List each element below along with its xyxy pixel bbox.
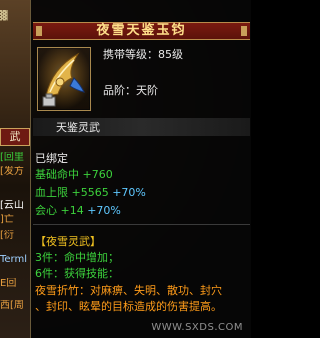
- stat-base-value: +760: [82, 168, 113, 181]
- item-title-bar: 夜雪天鉴玉钧: [33, 22, 250, 40]
- bg-text-fragment: Terml: [0, 254, 28, 265]
- stat-label: 会心: [35, 204, 57, 217]
- bg-text-fragment: [发方: [0, 166, 24, 177]
- stat-label: 血上限: [35, 186, 68, 199]
- stat-label: 基础命中: [35, 168, 79, 181]
- stat-row: 基础命中 +760: [35, 168, 113, 181]
- set-bonus-6-piece: 6件：获得技能：: [35, 267, 119, 280]
- bg-text-fragment: E回: [0, 278, 17, 289]
- item-name: 夜雪天鉴玉钧: [96, 23, 187, 38]
- site-watermark: WWW.SXDS.COM: [151, 322, 243, 333]
- bg-text-fragment: [回里: [0, 152, 24, 163]
- bg-text-fragment: ]亡: [0, 214, 14, 225]
- set-name: 【夜雪灵武】: [35, 235, 101, 248]
- section-divider: [33, 224, 250, 225]
- stat-bonus-value: +70%: [87, 204, 121, 217]
- stat-row: 会心 +14 +70%: [35, 204, 121, 217]
- stat-base-value: +14: [60, 204, 84, 217]
- set-skill-description-line: 、封印、眩晕的目标造成的伤害提高。: [35, 300, 222, 313]
- stat-row: 血上限 +5565 +70%: [35, 186, 146, 199]
- bound-status: 已绑定: [35, 152, 68, 165]
- stat-base-value: +5565: [71, 186, 109, 199]
- bg-text-fragment: 西[周: [0, 300, 24, 311]
- item-grade: 品阶：天阶: [103, 84, 158, 97]
- set-skill-description-line: 夜雪折竹：对麻痹、失明、散功、封穴: [35, 284, 222, 297]
- bg-text-fragment: [云山: [0, 200, 24, 211]
- background-tab-button[interactable]: 武: [0, 128, 30, 146]
- bg-fragment: ▓: [0, 10, 8, 21]
- jade-blade-weapon-icon: [37, 47, 91, 111]
- carry-level: 携带等级：85级: [103, 48, 183, 61]
- stat-bonus-value: +70%: [112, 186, 146, 199]
- item-tooltip: 夜雪天鉴玉钧 携带等级：85级 品阶：天阶 天鉴灵武 已绑定 基础命中 +760: [30, 0, 251, 338]
- set-bonus-3-piece: 3件：命中增加；: [35, 251, 119, 264]
- bg-text-fragment: [衍: [0, 230, 14, 241]
- soul-name: 天鉴灵武: [56, 121, 100, 134]
